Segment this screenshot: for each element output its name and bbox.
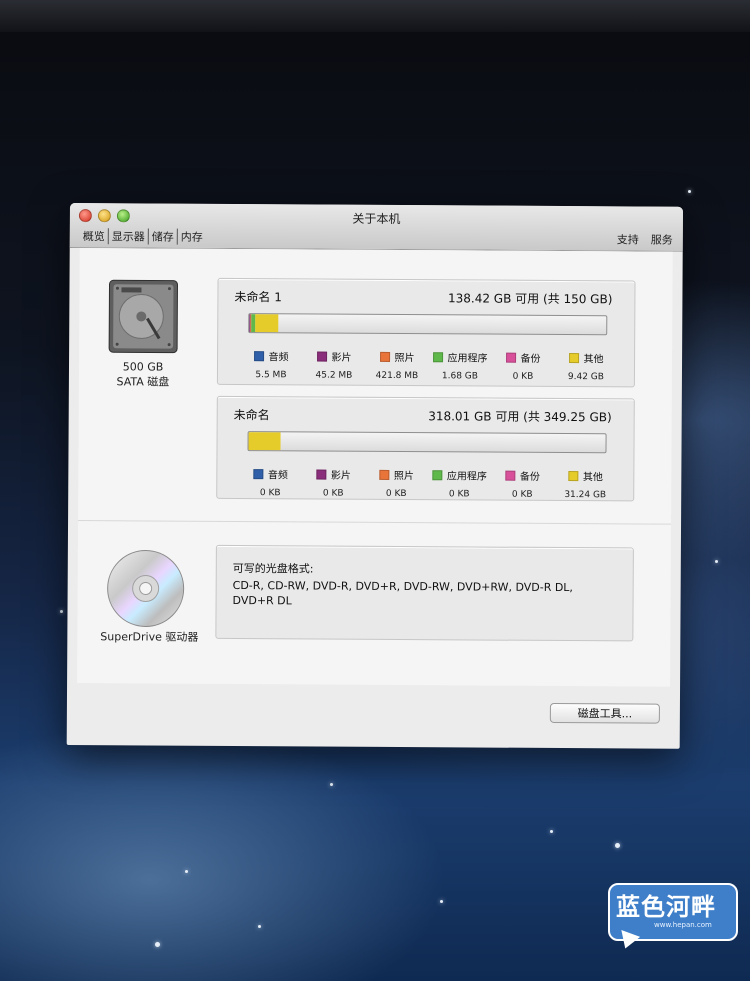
star bbox=[688, 190, 691, 193]
legend-swatch bbox=[567, 470, 578, 481]
usage-segment-other bbox=[248, 432, 281, 451]
legend-label: 其他 bbox=[582, 472, 603, 484]
window-title: 关于本机 bbox=[352, 211, 401, 227]
legend-item: 应用程序 0 KB bbox=[424, 464, 494, 499]
legend-swatch bbox=[432, 351, 443, 362]
tab-displays[interactable]: 显示器 bbox=[107, 228, 148, 245]
star bbox=[258, 925, 261, 928]
star bbox=[615, 843, 620, 848]
legend-item: 音频 0 KB bbox=[235, 463, 305, 498]
legend-label: 照片 bbox=[394, 352, 415, 365]
support-link[interactable]: 支持 bbox=[617, 231, 639, 247]
disk-utility-button[interactable]: 磁盘工具... bbox=[549, 702, 660, 724]
legend-swatch bbox=[379, 351, 390, 362]
storage-content: 500 GB SATA 磁盘 未命名 1 138.42 GB 可用 (共 150… bbox=[77, 248, 673, 687]
legend-swatch bbox=[316, 351, 327, 362]
legend-item: 其他 31.24 GB bbox=[550, 465, 620, 500]
legend-size: 0 KB bbox=[512, 371, 534, 382]
usage-segment-other bbox=[255, 314, 279, 333]
legend-label: 音频 bbox=[268, 352, 289, 364]
legend-swatch bbox=[504, 470, 515, 481]
tab-storage[interactable]: 储存 bbox=[147, 228, 177, 245]
legend-label: 影片 bbox=[330, 470, 351, 482]
legend-swatch bbox=[252, 468, 263, 479]
storage-usage-bar bbox=[248, 313, 608, 336]
watermark-url: www.hepan.com bbox=[654, 921, 712, 929]
legend-size: 1.68 GB bbox=[441, 371, 479, 382]
legend-label: 照片 bbox=[393, 470, 414, 483]
optical-formats-list: CD-R, CD-RW, DVD-R, DVD+R, DVD-RW, DVD+R… bbox=[232, 579, 573, 608]
legend-label: 备份 bbox=[519, 471, 540, 483]
volume-free-space: 138.42 GB 可用 (共 150 GB) bbox=[447, 291, 613, 307]
title-bar: 关于本机 概览 显示器 储存 内存 支持 服务 bbox=[69, 203, 683, 252]
legend-swatch bbox=[568, 352, 579, 363]
service-link[interactable]: 服务 bbox=[651, 232, 673, 248]
storage-legend: 音频 0 KB 影片 0 KB 照片 0 KB 应用程序 0 KB 备份 0 KB 其他 31.24 … bbox=[235, 463, 615, 500]
storage-legend: 音频 5.5 MB 影片 45.2 MB 照片 421.8 MB 应用程序 1.68 GB 备份… bbox=[236, 345, 616, 382]
tab-overview[interactable]: 概览 bbox=[80, 228, 108, 244]
legend-item: 照片 421.8 MB bbox=[362, 346, 432, 381]
volume-name: 未命名 bbox=[233, 408, 270, 423]
optical-disc-icon bbox=[107, 549, 185, 627]
disk-type: SATA 磁盘 bbox=[116, 375, 170, 389]
legend-size: 9.42 GB bbox=[567, 372, 605, 383]
volume-name: 未命名 1 bbox=[234, 290, 282, 305]
star bbox=[185, 870, 188, 873]
toolbar-links: 支持 服务 bbox=[617, 231, 673, 247]
legend-item: 影片 0 KB bbox=[298, 463, 368, 499]
watermark-text: 蓝色河畔 bbox=[616, 893, 716, 921]
legend-item: 其他 9.42 GB bbox=[551, 347, 621, 382]
legend-size: 31.24 GB bbox=[564, 490, 607, 501]
legend-size: 45.2 MB bbox=[315, 370, 353, 381]
legend-swatch bbox=[315, 469, 326, 480]
star bbox=[330, 783, 333, 786]
legend-swatch bbox=[431, 469, 442, 480]
legend-size: 0 KB bbox=[511, 489, 533, 500]
star bbox=[550, 830, 553, 833]
legend-label: 影片 bbox=[331, 352, 352, 364]
legend-size: 421.8 MB bbox=[375, 370, 419, 382]
volume-panel: 未命名 1 138.42 GB 可用 (共 150 GB) 音频 5.5 MB 影片… bbox=[216, 277, 636, 388]
legend-label: 音频 bbox=[267, 470, 288, 482]
legend-item: 备份 0 KB bbox=[488, 347, 558, 382]
legend-item: 音频 5.5 MB bbox=[236, 345, 306, 380]
legend-item: 备份 0 KB bbox=[487, 465, 557, 500]
star bbox=[715, 560, 718, 563]
tab-memory[interactable]: 内存 bbox=[176, 228, 206, 245]
legend-swatch bbox=[253, 350, 264, 361]
toolbar-tabs: 概览 显示器 储存 内存 bbox=[80, 228, 206, 245]
watermark-logo: 蓝色河畔 www.hepan.com bbox=[608, 883, 738, 955]
about-this-mac-window: 关于本机 概览 显示器 储存 内存 支持 服务 500 GB SATA 磁盘 未… bbox=[66, 203, 683, 749]
legend-label: 应用程序 bbox=[446, 471, 487, 483]
volume-free-space: 318.01 GB 可用 (共 349.25 GB) bbox=[428, 409, 612, 425]
volume-panel: 未命名 318.01 GB 可用 (共 349.25 GB) 音频 0 KB 影片 0… bbox=[216, 395, 635, 502]
legend-size: 0 KB bbox=[322, 488, 344, 499]
star bbox=[155, 942, 160, 947]
legend-size: 0 KB bbox=[385, 488, 407, 500]
legend-swatch bbox=[505, 352, 516, 363]
storage-usage-bar bbox=[247, 431, 607, 454]
legend-label: 其他 bbox=[583, 354, 604, 366]
legend-label: 应用程序 bbox=[447, 353, 488, 365]
optical-formats-title: 可写的光盘格式: bbox=[232, 562, 314, 576]
legend-size: 0 KB bbox=[448, 489, 470, 500]
legend-item: 照片 0 KB bbox=[361, 464, 431, 499]
disk-capacity: 500 GB bbox=[122, 360, 164, 374]
legend-label: 备份 bbox=[520, 353, 541, 365]
star bbox=[440, 900, 443, 903]
optical-panel: 可写的光盘格式: CD-R, CD-RW, DVD-R, DVD+R, DVD-… bbox=[215, 544, 634, 642]
legend-size: 5.5 MB bbox=[255, 370, 287, 381]
legend-item: 影片 45.2 MB bbox=[299, 345, 369, 381]
legend-item: 应用程序 1.68 GB bbox=[425, 346, 495, 381]
hard-drive-icon bbox=[108, 279, 179, 354]
star bbox=[60, 610, 63, 613]
section-divider bbox=[78, 520, 672, 525]
menu-bar-edge bbox=[0, 0, 750, 32]
optical-drive-name: SuperDrive 驱动器 bbox=[100, 630, 199, 644]
legend-swatch bbox=[378, 469, 389, 480]
legend-size: 0 KB bbox=[259, 488, 281, 499]
